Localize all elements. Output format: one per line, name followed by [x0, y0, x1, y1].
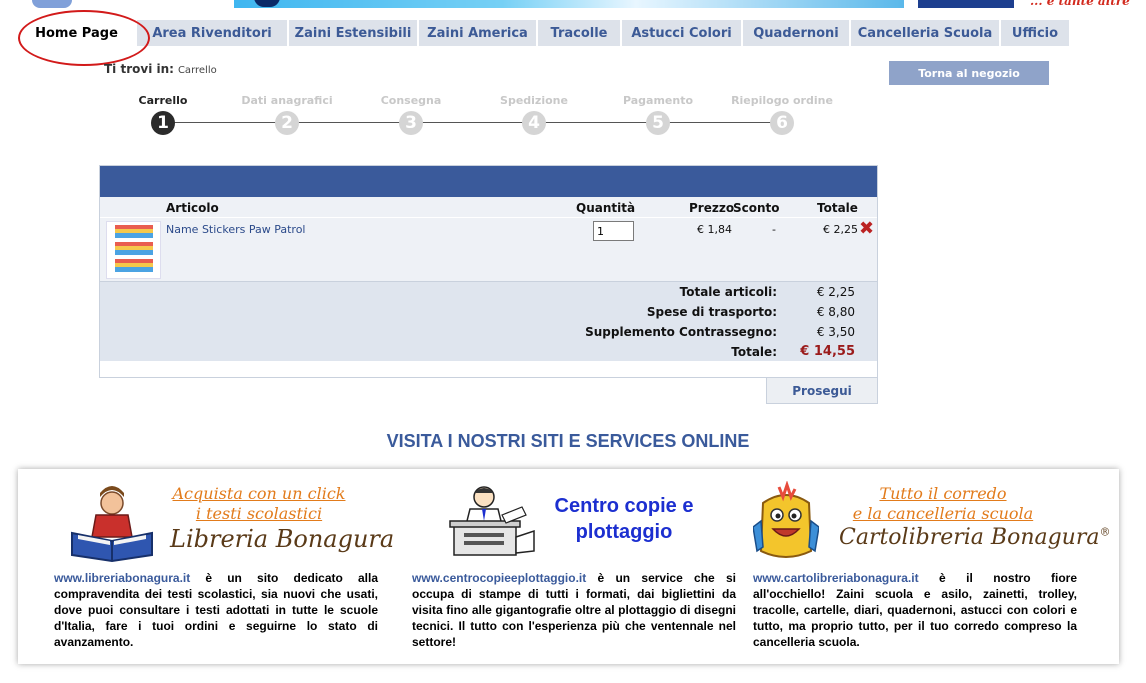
cartolibreria-tagline-2: e la cancelleria scuola: [852, 504, 1034, 523]
cartolibreria-brand-name: Cartolibreria Bonagura: [839, 525, 1100, 550]
site-centro-copie: Centro copie e plottaggio www.centrocopi…: [412, 469, 742, 664]
cart-item-row: Name Stickers Paw Patrol € 1,84 - € 2,25…: [100, 217, 877, 281]
reading-boy-icon: [71, 486, 153, 563]
banner-logo-fragment: [32, 0, 72, 8]
tab-quadernoni[interactable]: Quadernoni: [743, 20, 851, 46]
centro-copie-url-link[interactable]: www.centrocopieeplottaggio.it: [412, 571, 586, 585]
libreria-brand: Libreria Bonagura: [170, 525, 395, 553]
step-number: 4: [522, 111, 546, 135]
breadcrumb-prefix: Ti trovi in:: [104, 62, 174, 76]
main-nav: Home Page Area Rivenditori Zaini Estensi…: [18, 20, 1071, 46]
summary-shipping-value: € 8,80: [816, 305, 855, 319]
tab-zaini-estensibili[interactable]: Zaini Estensibili: [289, 20, 419, 46]
site-cartolibreria: Tutto il corredo e la cancelleria scuola…: [753, 469, 1111, 664]
step-number: 6: [770, 111, 794, 135]
col-articolo: Articolo: [166, 201, 219, 215]
col-sconto: Sconto: [733, 201, 780, 215]
step-number: 3: [399, 111, 423, 135]
step-number: 2: [275, 111, 299, 135]
quantity-input[interactable]: [593, 221, 634, 241]
step-label: Carrello: [138, 94, 188, 107]
step-label: Pagamento: [622, 94, 694, 107]
product-name-link[interactable]: Name Stickers Paw Patrol: [166, 223, 305, 236]
tab-area-rivenditori[interactable]: Area Rivenditori: [137, 20, 289, 46]
summary-cod-label: Supplemento Contrassegno:: [585, 325, 777, 339]
summary-shipping-label: Spese di trasporto:: [646, 305, 777, 319]
cart-table: Articolo Quantità Prezzo Sconto Totale N…: [99, 165, 878, 378]
step-number: 1: [151, 111, 175, 135]
summary-total-value: € 14,55: [800, 344, 855, 359]
centro-copie-title: Centro copie e plottaggio: [554, 495, 694, 543]
step-carrello: Carrello 1: [103, 94, 223, 135]
tab-home-page[interactable]: Home Page: [18, 20, 137, 46]
sites-panel: Acquista con un click i testi scolastici…: [18, 469, 1119, 664]
site-libreria: Acquista con un click i testi scolastici…: [54, 469, 394, 664]
cart-header-bar: [100, 166, 877, 197]
libreria-tagline-2: i testi scolastici: [195, 504, 323, 523]
back-to-shop-button[interactable]: Torna al negozio: [889, 61, 1049, 85]
summary-cod-line: Supplemento Contrassegno: € 3,50: [98, 322, 877, 342]
item-price: € 1,84: [697, 223, 732, 236]
cartolibreria-tagline-1: Tutto il corredo: [879, 484, 1007, 503]
step-riepilogo-ordine: Riepilogo ordine 6: [722, 94, 842, 135]
cart-summary: Totale articoli: € 2,25 Spese di traspor…: [100, 281, 877, 361]
libreria-tagline-1: Acquista con un click: [172, 484, 346, 503]
summary-total-line: Totale: € 14,55: [98, 342, 877, 362]
centro-copie-description: www.centrocopieeplottaggio.it è un servi…: [412, 570, 736, 650]
item-total: € 2,25: [823, 223, 858, 236]
banner-tagline: ... e tante altre: [1030, 0, 1130, 8]
cart-column-headers: Articolo Quantità Prezzo Sconto Totale: [100, 197, 877, 217]
libreria-description: www.libreriabonagura.it è un sito dedica…: [54, 570, 378, 650]
cartolibreria-logo[interactable]: Tutto il corredo e la cancelleria scuola…: [753, 479, 1111, 574]
step-dati-anagrafici: Dati anagrafici 2: [227, 94, 347, 135]
checkout-steps: Carrello 1 Dati anagrafici 2 Consegna 3 …: [120, 94, 880, 138]
item-discount: -: [772, 223, 776, 236]
col-prezzo: Prezzo: [689, 201, 735, 215]
step-consegna: Consegna 3: [351, 94, 471, 135]
cartolibreria-url-link[interactable]: www.cartolibreriabonagura.it: [753, 571, 919, 585]
cart-footer: [100, 361, 877, 376]
proceed-button[interactable]: Prosegui: [766, 378, 878, 404]
summary-total-label: Totale:: [731, 345, 777, 359]
step-spedizione: Spedizione 4: [474, 94, 594, 135]
libreria-url-link[interactable]: www.libreriabonagura.it: [54, 571, 190, 585]
copier-man-icon: [449, 486, 535, 556]
summary-cod-value: € 3,50: [816, 325, 855, 339]
banner-brand-fragment: [918, 0, 1014, 8]
step-number: 5: [646, 111, 670, 135]
tab-cancelleria-scuola[interactable]: Cancelleria Scuola: [851, 20, 1001, 46]
tab-astucci-colori[interactable]: Astucci Colori: [622, 20, 743, 46]
centro-copie-logo[interactable]: Centro copie e plottaggio: [412, 479, 742, 574]
step-label: Consegna: [380, 94, 442, 107]
step-pagamento: Pagamento 5: [598, 94, 718, 135]
step-label: Dati anagrafici: [241, 94, 333, 107]
breadcrumb: Ti trovi in: Carrello: [104, 62, 217, 76]
banner-image: [234, 0, 904, 8]
col-quantita: Quantità: [576, 201, 636, 215]
summary-items-line: Totale articoli: € 2,25: [98, 282, 877, 302]
tab-tracolle[interactable]: Tracolle: [538, 20, 622, 46]
step-label: Spedizione: [500, 94, 568, 107]
libreria-logo[interactable]: Acquista con un click i testi scolastici…: [54, 479, 394, 574]
remove-item-icon[interactable]: ✖: [859, 219, 874, 239]
summary-items-value: € 2,25: [816, 285, 855, 299]
cartolibreria-registered-mark: ®: [1099, 525, 1111, 539]
breadcrumb-current: Carrello: [177, 65, 217, 76]
tab-ufficio[interactable]: Ufficio: [1001, 20, 1071, 46]
tab-zaini-america[interactable]: Zaini America: [419, 20, 538, 46]
col-totale: Totale: [817, 201, 858, 215]
product-thumbnail[interactable]: [106, 221, 161, 279]
summary-shipping-line: Spese di trasporto: € 8,80: [98, 302, 877, 322]
summary-items-label: Totale articoli:: [679, 285, 777, 299]
backpack-mascot-icon: [753, 481, 819, 558]
cartolibreria-description: www.cartolibreriabonagura.it è il nostro…: [753, 570, 1077, 650]
cartolibreria-brand: Cartolibreria Bonagura®: [839, 525, 1111, 550]
step-label: Riepilogo ordine: [731, 94, 833, 107]
sites-section-title: VISITA I NOSTRI SITI E SERVICES ONLINE: [386, 431, 750, 451]
header-banner: ... e tante altre: [0, 0, 1146, 10]
